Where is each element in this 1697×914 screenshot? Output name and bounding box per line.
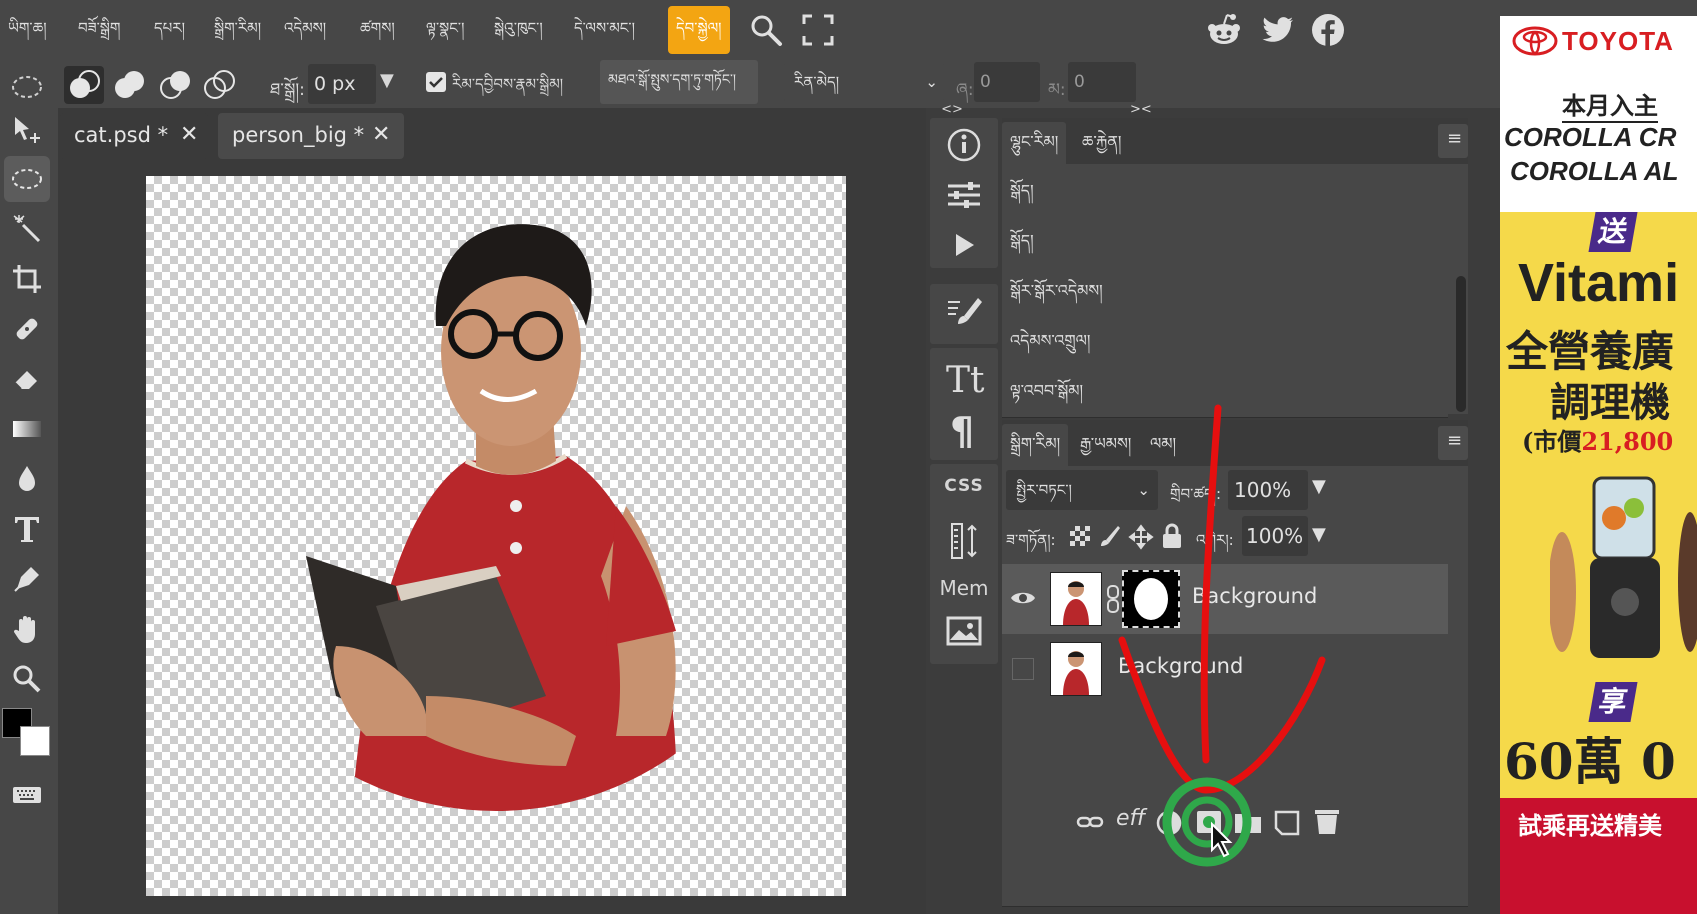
ad-line6: 調理機 [1550,379,1670,426]
ad-line4: Vitami [1518,253,1680,313]
ad-line3: COROLLA AL [1510,156,1679,186]
ad-line2: COROLLA CR [1504,122,1677,152]
annotation-arrow-head [1118,636,1326,794]
ad-brand: TOYOTA [1562,26,1674,56]
ad-banner[interactable]: TOYOTA 本月入主 COROLLA CR COROLLA AL 送 Vita… [1500,0,1697,914]
toyota-logo-icon [1512,26,1558,60]
ad-badge2: 享 [1588,682,1638,722]
ad-price-prefix: (市價 [1522,427,1582,456]
photopea-app: ཡིག་ཆ། བཟོ་སྒྲིག དཔར། སྒྲིག་རིམ། འདེམས། … [0,0,1697,914]
ad-badge1: 送 [1588,212,1638,252]
ad-line1: 本月入主 [1562,86,1658,123]
annotation-overlay [1118,404,1326,867]
ad-footer: 試乘再送精美 [1518,811,1662,840]
ad-price: (市價21,800 [1522,422,1673,457]
ad-line7: 60萬 0 [1504,732,1676,791]
annotation-arrow-shaft [1200,404,1222,764]
ad-price-value: 21,800 [1581,427,1674,456]
ad-header: TOYOTA [1500,16,1697,72]
ad-content[interactable]: TOYOTA 本月入主 COROLLA CR COROLLA AL 送 Vita… [1500,16,1697,914]
ad-product-image [1548,462,1697,672]
annotation-highlight-circle [1162,777,1252,867]
